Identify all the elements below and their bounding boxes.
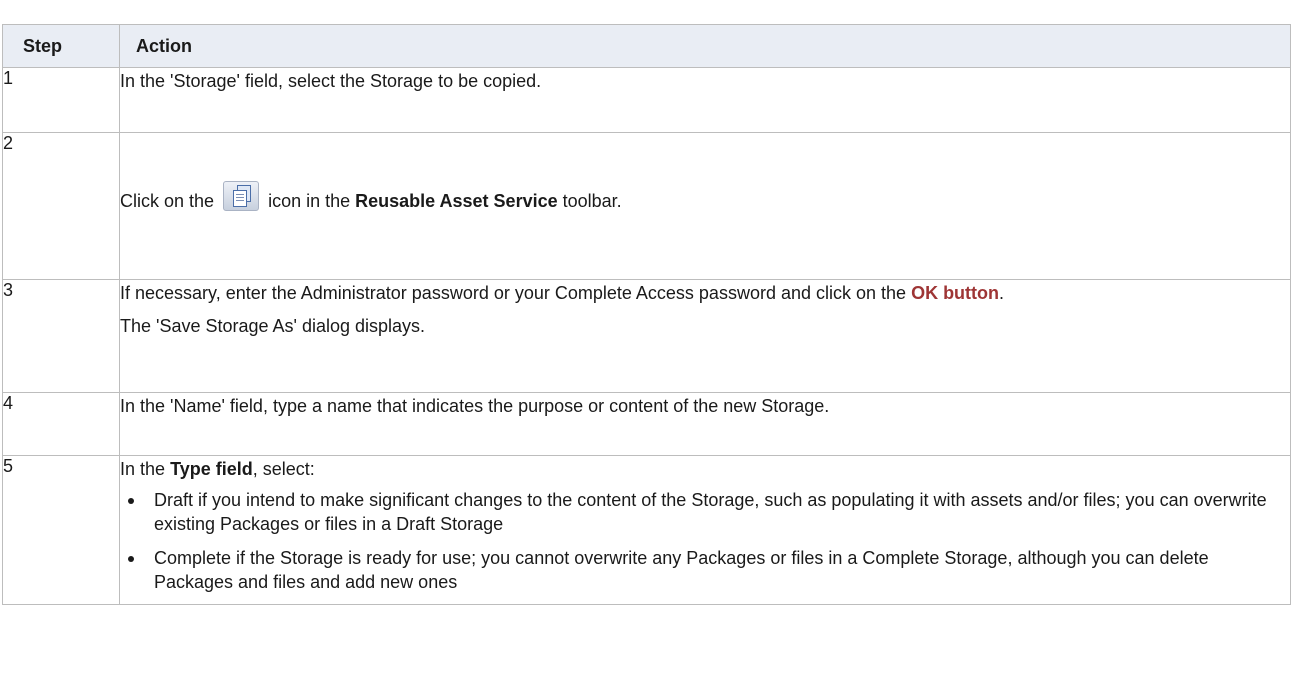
header-action: Action [119, 24, 1291, 68]
action-text-end: . [999, 283, 1005, 303]
action-text-after: toolbar. [562, 191, 622, 211]
type-field-label: Type field [170, 459, 253, 479]
action-intro: In the Type field, select: [120, 456, 1290, 482]
action-text: In the 'Storage' field, select the Stora… [120, 71, 542, 91]
list-item: Draft if you intend to make significant … [120, 488, 1290, 536]
action-text-before: Click on the [120, 191, 215, 211]
header-step: Step [2, 24, 120, 68]
table-row: 2 Click on the icon in the Reusable Asse… [2, 132, 1291, 280]
step-number: 5 [2, 455, 120, 605]
toolbar-name: Reusable Asset Service [355, 191, 558, 211]
ok-button-link[interactable]: OK button [911, 283, 999, 303]
intro-before: In the [120, 459, 166, 479]
step-action: Click on the icon in the Reusable Asset … [119, 132, 1291, 280]
action-text: If necessary, enter the Administrator pa… [120, 280, 1290, 306]
action-text: Click on the icon in the Reusable Asset … [120, 181, 1290, 214]
type-options-list: Draft if you intend to make significant … [120, 488, 1290, 594]
steps-table: Step Action 1 In the 'Storage' field, se… [2, 24, 1291, 605]
step-action: In the 'Name' field, type a name that in… [119, 392, 1291, 456]
table-row: 4 In the 'Name' field, type a name that … [2, 392, 1291, 456]
action-text: In the 'Name' field, type a name that in… [120, 396, 830, 416]
table-row: 1 In the 'Storage' field, select the Sto… [2, 67, 1291, 133]
step-number: 1 [2, 67, 120, 133]
table-header-row: Step Action [2, 24, 1291, 68]
action-text-main: If necessary, enter the Administrator pa… [120, 283, 907, 303]
step-number: 2 [2, 132, 120, 280]
action-text-middle: icon in the [268, 191, 351, 211]
step-number: 3 [2, 279, 120, 393]
table-row: 5 In the Type field, select: Draft if yo… [2, 455, 1291, 605]
step-action: In the 'Storage' field, select the Stora… [119, 67, 1291, 133]
step-number: 4 [2, 392, 120, 456]
copy-storage-icon [223, 181, 260, 211]
table-row: 3 If necessary, enter the Administrator … [2, 279, 1291, 393]
step-action: In the Type field, select: Draft if you … [119, 455, 1291, 605]
list-item: Complete if the Storage is ready for use… [120, 546, 1290, 594]
step-action: If necessary, enter the Administrator pa… [119, 279, 1291, 393]
action-note: The 'Save Storage As' dialog displays. [120, 316, 426, 336]
intro-after: , select: [252, 459, 315, 479]
